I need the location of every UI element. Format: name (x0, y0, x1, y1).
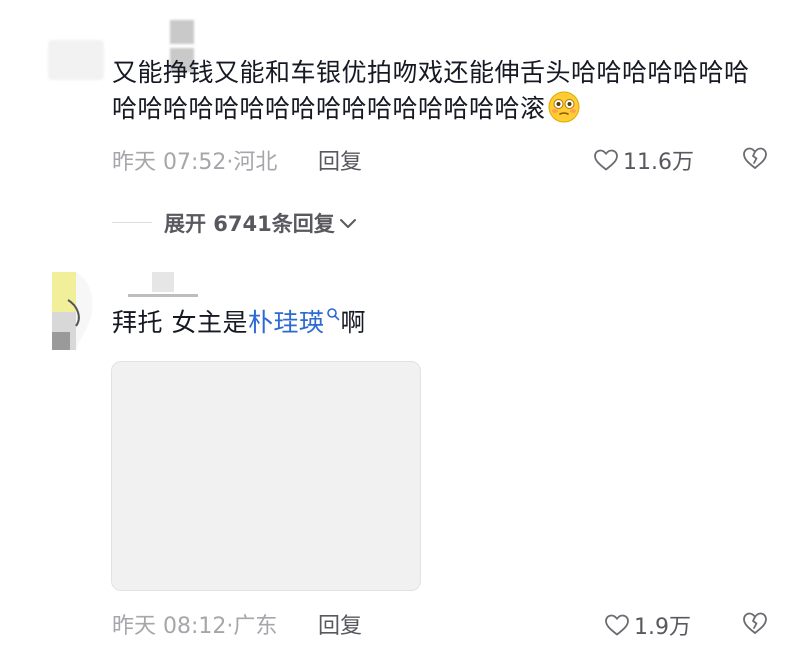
comment-2-text-before: 拜托 女主是 (112, 308, 248, 337)
comment-1-location: ·河北 (226, 150, 278, 175)
flushed-face-emoji-icon (548, 91, 580, 123)
comment-1-username-blurred[interactable] (170, 20, 250, 72)
comment-1-reply-button[interactable]: 回复 (318, 144, 362, 176)
heart-icon (594, 149, 618, 171)
comment-1-meta: 昨天 07:52·河北 (112, 144, 277, 176)
comment-2-like-button[interactable]: 1.9万 (604, 609, 691, 641)
comment-1-body: 又能挣钱又能和车银优拍吻戏还能伸舌头哈哈哈哈哈哈哈哈哈哈哈哈哈哈哈哈哈哈哈哈哈哈… (112, 58, 750, 123)
comment-1-like-button[interactable]: 11.6万 (593, 144, 694, 176)
blur-block (128, 272, 198, 297)
blur-block (170, 20, 194, 44)
search-icon (327, 308, 340, 321)
comment-2-time: 昨天 08:12 (112, 614, 227, 639)
comment-1-avatar[interactable] (48, 40, 104, 80)
heart-icon (605, 614, 629, 636)
dislike-broken-heart-icon[interactable] (742, 145, 768, 171)
comment-2-meta: 昨天 08:12·广东 (112, 608, 277, 640)
comment-1-time: 昨天 07:52 (112, 150, 227, 175)
dislike-broken-heart-icon[interactable] (742, 610, 768, 636)
comment-2-text[interactable]: 拜托 女主是朴珪瑛 啊 (112, 305, 366, 341)
comment-1-text[interactable]: 又能挣钱又能和车银优拍吻戏还能伸舌头哈哈哈哈哈哈哈哈哈哈哈哈哈哈哈哈哈哈哈哈哈哈… (112, 55, 772, 127)
comment-2-reply-button[interactable]: 回复 (318, 608, 362, 640)
expand-replies-label: 展开 6741条回复 (164, 212, 335, 236)
comment-2-avatar[interactable] (52, 272, 98, 350)
comment-2-username-blurred[interactable] (128, 272, 198, 298)
comment-1-like-count: 11.6万 (623, 150, 694, 175)
comment-2-like-count: 1.9万 (634, 615, 691, 640)
comment-2-image[interactable] (111, 361, 421, 591)
expand-divider (112, 222, 152, 223)
avatar-image (52, 272, 93, 350)
chevron-down-icon (339, 219, 356, 228)
comment-2-location: ·广东 (226, 614, 278, 639)
search-keyword-link[interactable]: 朴珪瑛 (248, 308, 325, 337)
expand-replies-button[interactable]: 展开 6741条回复 (164, 208, 357, 238)
comment-2-text-after: 啊 (340, 308, 366, 337)
